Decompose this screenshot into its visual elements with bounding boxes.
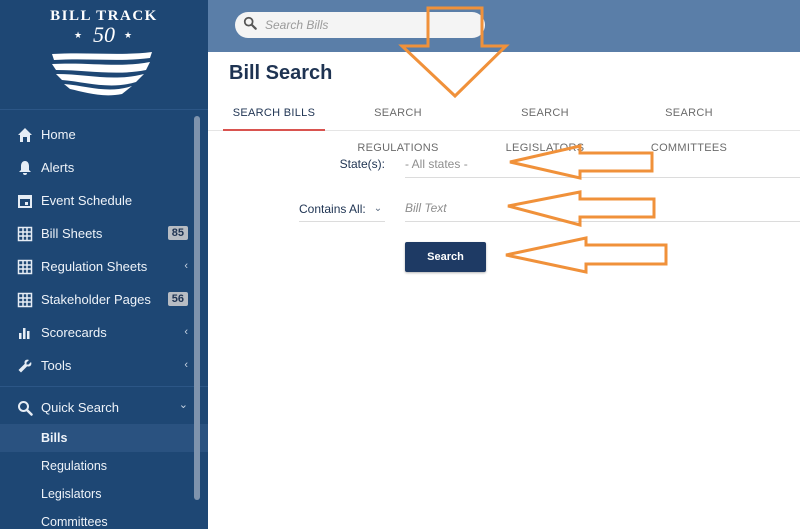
sidebar-item-label: Stakeholder Pages xyxy=(41,292,151,307)
sidebar-nav: Home Alerts Event Schedule Bill Sheets 8… xyxy=(0,118,208,529)
sidebar-item-label: Tools xyxy=(41,358,72,373)
states-label: State(s): xyxy=(339,157,385,171)
chevron-left-icon: ‹ xyxy=(184,326,188,338)
sidebar-item-alerts[interactable]: Alerts xyxy=(0,151,208,184)
bill-text-field[interactable] xyxy=(405,194,800,222)
states-select[interactable] xyxy=(405,156,785,171)
sidebar-divider xyxy=(0,386,208,387)
search-input[interactable] xyxy=(265,18,465,32)
chevron-down-icon: ⌄ xyxy=(178,399,188,411)
bar-chart-icon xyxy=(16,324,34,342)
states-field[interactable] xyxy=(405,150,800,178)
chevron-down-icon: ⌄ xyxy=(373,203,383,214)
sidebar-item-quick-search[interactable]: Quick Search ⌄ xyxy=(0,391,208,424)
flag-stripes-icon xyxy=(52,52,152,96)
sidebar-item-label: Regulation Sheets xyxy=(41,259,148,274)
home-icon xyxy=(16,126,34,144)
sidebar-item-label: Home xyxy=(41,127,76,142)
sidebar-subitem-regulations[interactable]: Regulations xyxy=(0,452,208,480)
calendar-icon xyxy=(16,192,34,210)
sidebar-item-label: Quick Search xyxy=(41,400,120,415)
count-badge: 56 xyxy=(167,292,188,306)
chevron-left-icon: ‹ xyxy=(184,359,188,371)
chevron-left-icon: ‹ xyxy=(184,260,188,272)
app-root: BILL TRACK ★ 50 ★ Home Alerts Event Sche… xyxy=(0,0,800,529)
sidebar: BILL TRACK ★ 50 ★ Home Alerts Event Sche… xyxy=(0,0,208,529)
sidebar-item-label: Scorecards xyxy=(41,325,107,340)
sidebar-item-stakeholder-pages[interactable]: Stakeholder Pages 56 xyxy=(0,283,208,316)
sidebar-item-label: Bill Sheets xyxy=(41,226,103,241)
search-icon xyxy=(16,399,34,417)
bill-text-input[interactable] xyxy=(405,200,785,215)
tab-search-committees[interactable]: SEARCH COMMITTEES xyxy=(626,96,752,154)
search-tabs: SEARCH BILLS SEARCH REGULATIONS SEARCH L… xyxy=(208,96,800,154)
sidebar-item-bill-sheets[interactable]: Bill Sheets 85 xyxy=(0,217,208,250)
logo[interactable]: BILL TRACK ★ 50 ★ xyxy=(0,0,208,110)
sidebar-item-event-schedule[interactable]: Event Schedule xyxy=(0,184,208,217)
tab-search-regulations[interactable]: SEARCH REGULATIONS xyxy=(335,96,461,154)
sidebar-item-scorecards[interactable]: Scorecards ‹ xyxy=(0,316,208,349)
search-button[interactable]: Search xyxy=(405,242,486,272)
sidebar-item-label: Alerts xyxy=(41,160,75,175)
grid-icon xyxy=(16,225,34,243)
sidebar-subitem-legislators[interactable]: Legislators xyxy=(0,480,208,508)
page-title: Bill Search xyxy=(229,62,333,84)
header-search[interactable] xyxy=(235,12,485,38)
bell-icon xyxy=(16,159,34,177)
sidebar-item-label: Event Schedule xyxy=(41,193,133,208)
sidebar-subitem-bills[interactable]: Bills xyxy=(0,424,208,452)
logo-number: 50 xyxy=(93,22,115,47)
tab-search-legislators[interactable]: SEARCH LEGISLATORS xyxy=(482,96,608,154)
count-badge: 85 xyxy=(167,226,188,240)
grid-icon xyxy=(16,258,34,276)
sidebar-scrollbar[interactable] xyxy=(194,116,200,500)
sidebar-item-regulation-sheets[interactable]: Regulation Sheets ‹ xyxy=(0,250,208,283)
wrench-icon xyxy=(16,357,34,375)
sidebar-item-home[interactable]: Home xyxy=(0,118,208,151)
contains-dropdown[interactable]: Contains All: ⌄ xyxy=(299,196,385,222)
arrow-left-icon xyxy=(505,236,668,274)
tab-search-bills[interactable]: SEARCH BILLS xyxy=(223,96,325,131)
sidebar-item-tools[interactable]: Tools ‹ xyxy=(0,349,208,382)
contains-label: Contains All: xyxy=(299,201,366,216)
star-icon: ★ xyxy=(124,30,133,40)
sidebar-subitem-committees[interactable]: Committees xyxy=(0,508,208,529)
top-bar xyxy=(208,0,800,52)
search-icon xyxy=(243,16,257,35)
grid-icon xyxy=(16,291,34,309)
